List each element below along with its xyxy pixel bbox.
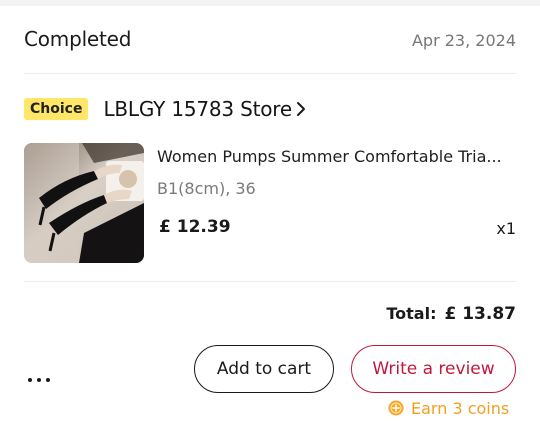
dot — [28, 378, 32, 382]
dot — [46, 378, 50, 382]
order-status: Completed — [24, 27, 132, 51]
product-thumbnail[interactable] — [24, 143, 144, 263]
total-label: Total: — [386, 304, 437, 323]
more-horizontal-icon[interactable] — [28, 370, 58, 390]
total-value: £ 13.87 — [444, 304, 516, 324]
divider — [24, 73, 516, 74]
chevron-right-icon — [296, 101, 306, 117]
top-separator-bar — [0, 0, 540, 6]
divider — [24, 281, 516, 282]
product-title[interactable]: Women Pumps Summer Comfortable Tria... — [157, 147, 517, 166]
add-to-cart-button[interactable]: Add to cart — [194, 345, 334, 393]
earn-coins-label: Earn 3 coins — [411, 398, 510, 418]
dot — [37, 378, 41, 382]
earn-coins-hint: Earn 3 coins — [388, 398, 509, 418]
choice-badge: Choice — [24, 98, 89, 120]
product-quantity: x1 — [496, 219, 516, 238]
order-date: Apr 23, 2024 — [411, 31, 516, 50]
coin-icon — [388, 400, 404, 416]
product-price: £ 12.39 — [159, 217, 231, 237]
store-link[interactable]: Choice LBLGY 15783 Store — [24, 94, 306, 124]
write-review-button[interactable]: Write a review — [351, 345, 516, 393]
product-variant: B1(8cm), 36 — [157, 179, 256, 198]
order-total: Total: £ 13.87 — [386, 304, 516, 324]
store-name: LBLGY 15783 Store — [103, 97, 292, 121]
